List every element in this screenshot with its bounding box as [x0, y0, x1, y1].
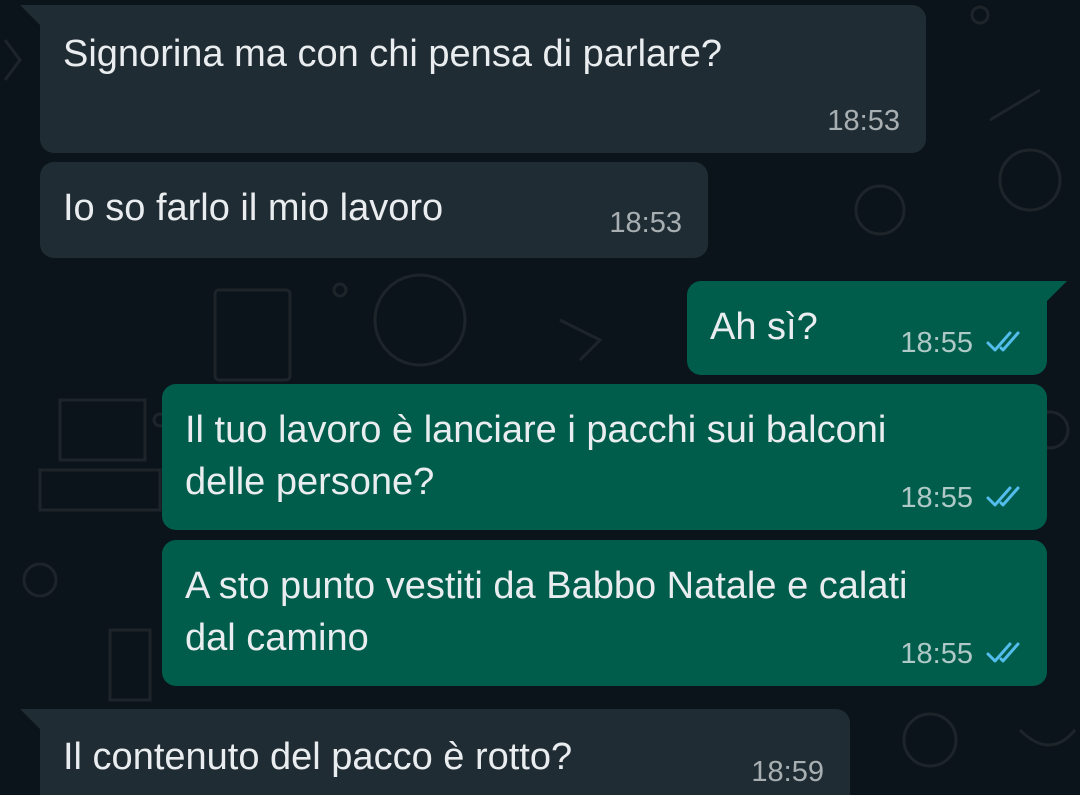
message-bubble-outgoing[interactable]: Ah sì? 18:55: [687, 281, 1067, 375]
message-text: Signorina ma con chi pensa di parlare?: [63, 33, 723, 75]
message-bubble-incoming[interactable]: Io so farlo il mio lavoro 18:53: [40, 162, 708, 258]
message-bubble-incoming[interactable]: Signorina ma con chi pensa di parlare? 1…: [20, 5, 926, 153]
message-text: Il tuo lavoro è lanciare i pacchi sui ba…: [185, 409, 887, 503]
message-time: 18:53: [609, 207, 682, 239]
message-text: A sto punto vestiti da Babbo Natale e ca…: [185, 565, 908, 659]
bubble-tail: [20, 709, 42, 731]
message-time: 18:59: [751, 756, 824, 788]
message-bubble-incoming[interactable]: Il contenuto del pacco è rotto? 18:59: [20, 709, 850, 795]
bubble-tail: [1045, 281, 1067, 303]
message-bubble-outgoing[interactable]: Il tuo lavoro è lanciare i pacchi sui ba…: [162, 384, 1047, 530]
message-text: Il contenuto del pacco è rotto?: [63, 736, 573, 778]
bubble-tail: [20, 5, 42, 27]
message-text: Io so farlo il mio lavoro: [63, 187, 444, 229]
read-receipt-double-check-icon: [986, 642, 1020, 663]
message-time: 18:55: [900, 638, 973, 670]
message-time: 18:55: [900, 482, 973, 514]
message-time: 18:55: [900, 327, 973, 359]
read-receipt-double-check-icon: [986, 331, 1020, 352]
message-bubble-outgoing[interactable]: A sto punto vestiti da Babbo Natale e ca…: [162, 540, 1047, 686]
read-receipt-double-check-icon: [986, 486, 1020, 507]
message-time: 18:53: [827, 105, 900, 137]
message-text: Ah sì?: [710, 306, 818, 348]
